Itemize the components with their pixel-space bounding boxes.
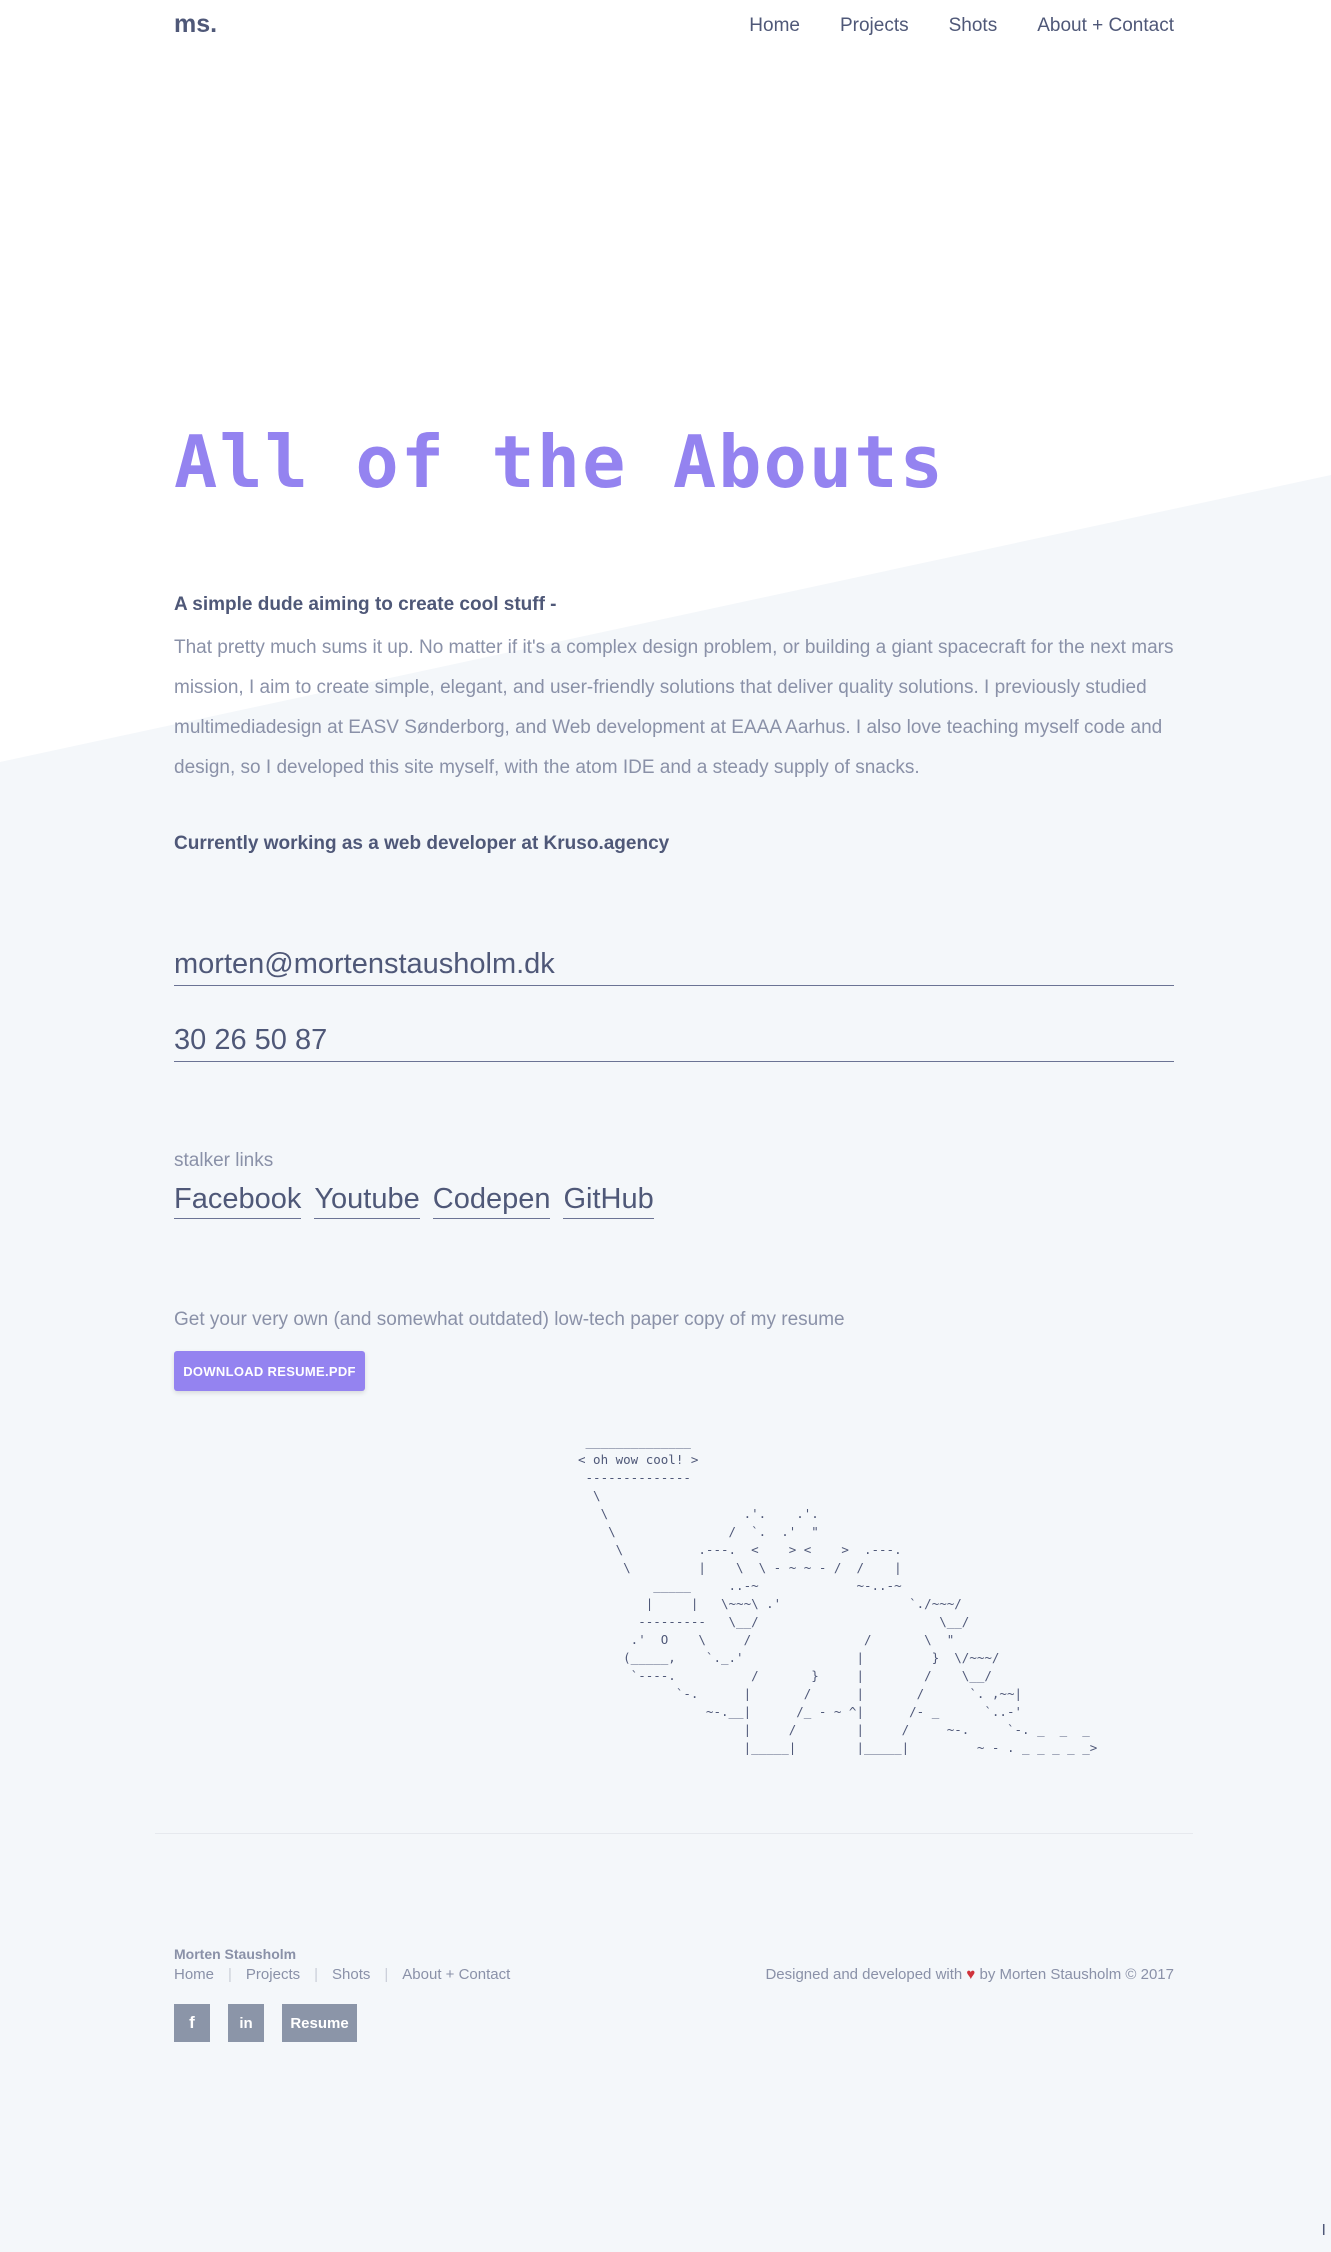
main-nav: Home Projects Shots About + Contact [749, 15, 1174, 37]
footer-nav-separator: | [314, 1966, 319, 1983]
credit-prefix: Designed and developed with [765, 1966, 963, 1983]
phone-link[interactable]: 30 26 50 87 [174, 1024, 1174, 1062]
youtube-link[interactable]: Youtube [314, 1183, 420, 1219]
credit-suffix: by Morten Stausholm © 2017 [979, 1966, 1175, 1983]
download-resume-button[interactable]: DOWNLOAD RESUME.PDF [174, 1351, 365, 1391]
text-cursor-icon: I [1321, 2222, 1326, 2239]
nav-home[interactable]: Home [749, 15, 800, 37]
heart-icon: ♥ [966, 1966, 976, 1983]
footer-nav-about-contact[interactable]: About + Contact [402, 1966, 510, 1983]
email-link[interactable]: morten@mortenstausholm.dk [174, 948, 1174, 986]
social-links: Facebook Youtube Codepen GitHub [174, 1183, 654, 1219]
nav-shots[interactable]: Shots [949, 15, 998, 37]
nav-about-contact[interactable]: About + Contact [1037, 15, 1174, 37]
intro-text: That pretty much sums it up. No matter i… [174, 637, 1174, 778]
footer-name: Morten Stausholm [174, 1946, 297, 1962]
facebook-icon[interactable]: f [174, 2004, 210, 2042]
github-link[interactable]: GitHub [563, 1183, 654, 1219]
nav-projects[interactable]: Projects [840, 15, 909, 37]
footer-nav-home[interactable]: Home [174, 1966, 214, 1983]
facebook-link[interactable]: Facebook [174, 1183, 302, 1219]
footer-divider [155, 1833, 1193, 1834]
footer-nav: Home | Projects | Shots | About + Contac… [174, 1966, 510, 1983]
stalker-label: stalker links [174, 1150, 274, 1171]
footer-nav-projects[interactable]: Projects [246, 1966, 300, 1983]
footer-credit: Designed and developed with ♥ by Morten … [765, 1966, 1174, 1983]
footer-nav-shots[interactable]: Shots [332, 1966, 370, 1983]
footer-resume-button[interactable]: Resume [282, 2004, 357, 2042]
intro-heading: A simple dude aiming to create cool stuf… [174, 594, 557, 615]
resume-text: Get your very own (and somewhat outdated… [174, 1309, 845, 1330]
footer-nav-separator: | [384, 1966, 389, 1983]
footer-nav-separator: | [228, 1966, 232, 1983]
footer-social: f in Resume [174, 2004, 357, 2042]
page-title: All of the Abouts [174, 420, 945, 504]
linkedin-icon[interactable]: in [228, 2004, 264, 2042]
site-logo[interactable]: ms. [174, 10, 217, 39]
current-job: Currently working as a web developer at … [174, 833, 670, 854]
ascii-stegosaurus-art: ______________ < oh wow cool! > --------… [578, 1434, 1098, 1755]
codepen-link[interactable]: Codepen [432, 1183, 551, 1219]
